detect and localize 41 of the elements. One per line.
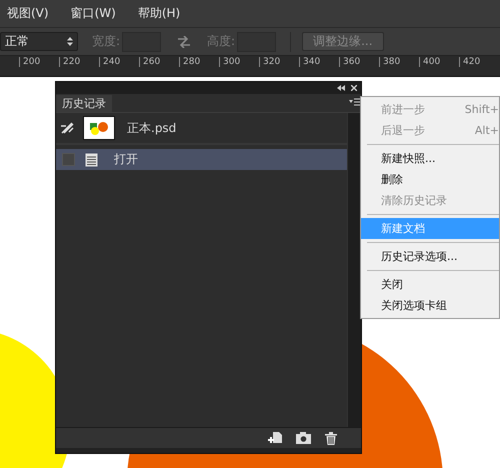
ruler-number: 280 (179, 57, 200, 67)
panel-tab[interactable]: 历史记录 (56, 95, 112, 112)
ruler-number: 360 (339, 57, 360, 67)
camera-icon[interactable] (296, 432, 311, 444)
height-label: 高度: (207, 33, 236, 50)
scrollbar[interactable] (347, 113, 361, 427)
context-menu-item[interactable]: 关闭 (361, 274, 499, 295)
shortcut-text: Shift+ (464, 103, 499, 116)
panel-menu-icon[interactable] (349, 98, 361, 106)
close-icon[interactable] (351, 85, 357, 91)
ruler-number: 240 (99, 57, 120, 67)
new-document-icon[interactable] (268, 432, 282, 444)
collapse-icon[interactable] (337, 85, 345, 91)
context-menu-item[interactable]: 关闭选项卡组 (361, 295, 499, 316)
brush-icon[interactable] (61, 122, 75, 134)
context-menu-item[interactable]: 删除 (361, 169, 499, 190)
source-checkbox[interactable] (62, 153, 75, 166)
trash-icon[interactable] (325, 432, 337, 444)
snapshot-thumbnail (83, 116, 115, 140)
menu-item[interactable]: 视图(V) (7, 5, 49, 22)
ruler-number: 260 (139, 57, 160, 67)
ruler-number: 220 (59, 57, 80, 67)
ruler-number: 340 (299, 57, 320, 67)
up-down-arrows-icon (67, 37, 73, 46)
snapshot-name: 正本.psd (127, 120, 176, 136)
ruler-number: 400 (419, 57, 440, 67)
context-menu-item[interactable]: 历史记录选项... (361, 246, 499, 267)
ruler-number: 320 (259, 57, 280, 67)
swap-arrows-icon[interactable] (177, 36, 192, 48)
menu-item[interactable]: 帮助(H) (138, 5, 180, 22)
ruler-number: 200 (19, 57, 40, 67)
history-state[interactable]: 打开 (56, 149, 347, 170)
context-menu-item[interactable]: 新建快照... (361, 148, 499, 169)
ruler-number: 420 (459, 57, 480, 67)
style-select[interactable]: 正常 (0, 32, 78, 51)
ruler-number: 380 (379, 57, 400, 67)
shortcut-text: Alt+ (474, 124, 499, 137)
width-label: 宽度: (92, 33, 120, 50)
menu-item[interactable]: 窗口(W) (70, 5, 116, 22)
ruler-number: 300 (219, 57, 240, 67)
document-icon (85, 152, 98, 166)
